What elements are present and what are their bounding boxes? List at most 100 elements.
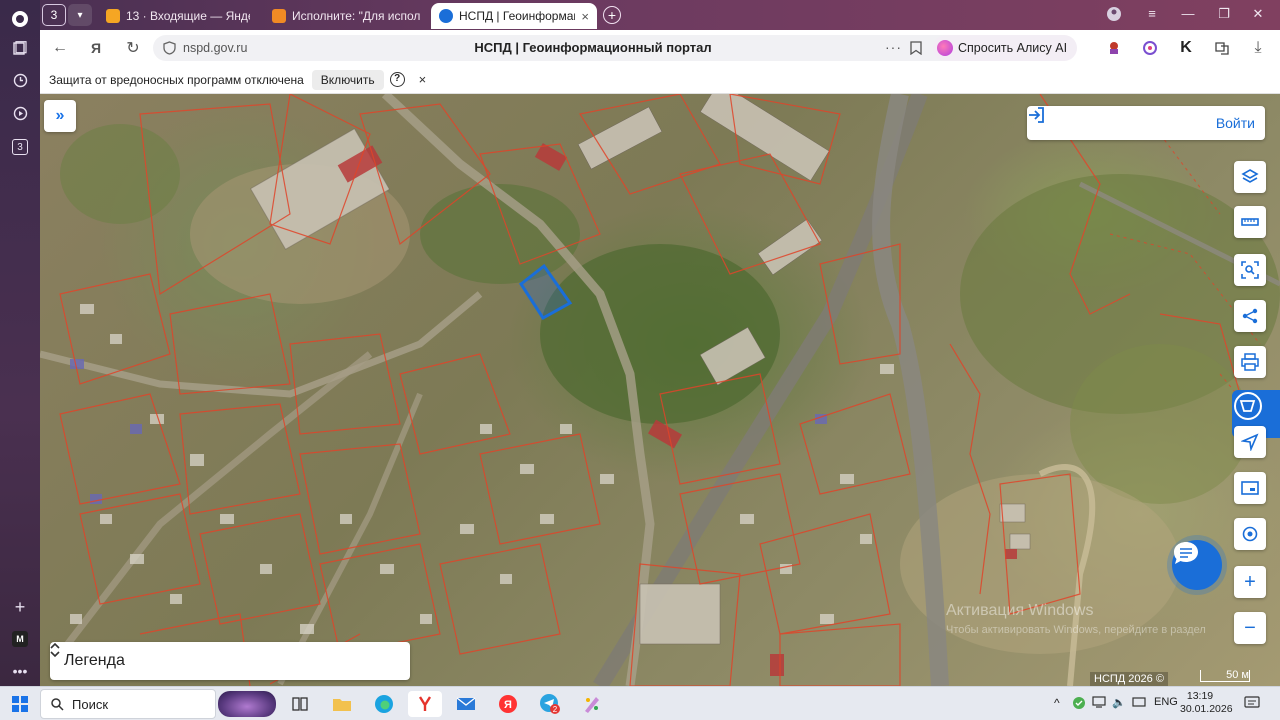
windows-start-icon[interactable] (8, 691, 32, 717)
mail-app-icon[interactable] (454, 691, 478, 717)
yandex-app-icon[interactable]: Я (496, 691, 520, 717)
tray-chevron-icon[interactable]: ^ (1054, 696, 1060, 710)
minimap-icon (1241, 481, 1259, 495)
address-bar: ← Я ↻ nspd.gov.ru НСПД | Геоинформационн… (40, 30, 1280, 66)
more-icon[interactable]: ••• (9, 660, 31, 682)
file-explorer-icon[interactable] (330, 691, 354, 717)
tab-strip: 3 ▾ 13 · Входящие — Яндекс Исполните: "Д… (40, 0, 1280, 30)
login-button[interactable]: Войти (1027, 106, 1265, 140)
chat-icon (1174, 542, 1198, 564)
browser-sidebar: 3 + M ••• (0, 0, 40, 686)
tab-list-chevron-icon[interactable]: ▾ (68, 4, 92, 26)
extension-icon[interactable] (1104, 38, 1124, 58)
task-icon (272, 9, 286, 23)
layers-button[interactable] (1234, 161, 1266, 193)
url-box[interactable]: nspd.gov.ru НСПД | Геоинформационный пор… (153, 35, 973, 61)
yandex-home-icon[interactable]: Я (86, 38, 106, 58)
navigate-button[interactable] (1234, 426, 1266, 458)
edge-icon[interactable] (372, 691, 396, 717)
download-icon[interactable]: ⤓ (1248, 38, 1268, 58)
alice-icon (937, 40, 953, 56)
task-view-icon[interactable] (288, 691, 312, 717)
tab-nspd[interactable]: НСПД | Геоинформаци × (431, 3, 597, 29)
map-canvas[interactable]: » Войти + − Активация Windows Чтобы акти… (40, 94, 1280, 686)
navigate-arrow-icon (1241, 433, 1259, 451)
tab-task[interactable]: Исполните: "Для исполне (264, 3, 428, 29)
ask-alice-button[interactable]: Спросить Алису AI (933, 35, 1078, 61)
translate-icon[interactable] (1212, 38, 1232, 58)
satellite-map (40, 94, 1280, 686)
layers-icon (1241, 169, 1259, 183)
share-button[interactable] (1234, 300, 1266, 332)
page-title: НСПД | Геоинформационный портал (474, 40, 712, 55)
extension-k-icon[interactable]: K (1176, 38, 1196, 58)
tab-mail[interactable]: 13 · Входящие — Яндекс (98, 3, 258, 29)
windows-activation-text: Чтобы активировать Windows, перейдите в … (946, 624, 1206, 636)
tab-count-button[interactable]: 3 (42, 4, 66, 26)
tray-app-icon[interactable] (1072, 696, 1086, 713)
yandex-browser-taskbar-icon[interactable] (408, 691, 442, 717)
nspd-icon (439, 9, 453, 23)
minimap-button[interactable] (1234, 472, 1266, 504)
widget-image[interactable] (216, 691, 278, 717)
reload-icon[interactable]: ↻ (123, 38, 143, 58)
legend-panel[interactable]: Легенда (50, 642, 410, 680)
area-search-button[interactable] (1234, 254, 1266, 286)
telegram-badge: 2 (553, 705, 558, 714)
print-button[interactable] (1234, 346, 1266, 378)
network-icon[interactable] (1092, 696, 1106, 711)
security-warning-bar: Защита от вредоносных программ отключена… (40, 66, 1280, 94)
back-icon[interactable]: ← (50, 38, 70, 58)
locate-button[interactable] (1234, 518, 1266, 550)
locate-icon (1242, 526, 1258, 542)
zoom-out-button[interactable]: − (1234, 612, 1266, 644)
help-icon[interactable]: ? (389, 72, 405, 87)
volume-icon[interactable]: 🔈 (1112, 696, 1126, 709)
sidebar-profile[interactable]: M (9, 628, 31, 650)
paint-icon[interactable] (580, 691, 604, 717)
measure-button[interactable] (1234, 206, 1266, 238)
ruler-icon (1241, 218, 1259, 226)
video-icon[interactable] (9, 102, 31, 124)
legend-label: Легенда (64, 652, 125, 669)
login-icon (1029, 107, 1044, 123)
more-dots-icon[interactable]: ··· (885, 39, 902, 55)
zoom-in-button[interactable]: + (1234, 566, 1266, 598)
share-icon (1242, 308, 1258, 324)
taskbar-search[interactable]: Поиск (40, 689, 216, 719)
area-search-icon (1241, 261, 1259, 279)
url-text: nspd.gov.ru (183, 41, 248, 55)
windows-activation-title: Активация Windows (946, 602, 1094, 619)
scale-bar: 50 м (1200, 670, 1250, 682)
chat-button[interactable] (1172, 540, 1222, 590)
yandex-logo-icon[interactable] (9, 8, 31, 30)
close-window-icon[interactable]: ✕ (1248, 6, 1268, 22)
extension-shield-icon[interactable] (1140, 38, 1160, 58)
add-icon[interactable]: + (9, 596, 31, 618)
collections-icon[interactable] (9, 37, 31, 59)
menu-icon[interactable]: ≡ (1142, 6, 1162, 21)
history-icon[interactable] (9, 69, 31, 91)
new-tab-button[interactable]: + (603, 6, 621, 24)
expand-panel-button[interactable]: » (44, 100, 76, 132)
notifications-icon[interactable] (1244, 696, 1260, 713)
input-language[interactable]: ENG (1154, 696, 1178, 708)
taskbar-clock[interactable]: 13:19 30.01.2026 (1180, 690, 1233, 716)
close-warning-icon[interactable]: × (419, 72, 427, 87)
telegram-icon[interactable]: 2 (538, 691, 562, 717)
shield-icon (163, 41, 176, 55)
copyright: НСПД 2026 © (1090, 672, 1168, 686)
restore-icon[interactable]: ❐ (1214, 6, 1234, 22)
windows-taskbar: Поиск Я 2 ^ 🔈 ENG 13:19 30.01.2026 (0, 686, 1280, 720)
tab-close-icon[interactable]: × (581, 9, 589, 24)
search-icon (51, 697, 64, 711)
warning-text: Защита от вредоносных программ отключена (49, 72, 304, 87)
keyboard-icon[interactable] (1132, 696, 1146, 711)
svg-text:Я: Я (504, 699, 512, 711)
profile-icon[interactable] (1104, 6, 1124, 25)
enable-protection-button[interactable]: Включить (311, 69, 384, 90)
mail-icon (106, 9, 120, 23)
sidebar-badge[interactable]: 3 (9, 136, 31, 158)
bookmark-icon[interactable] (910, 41, 922, 55)
minimize-icon[interactable]: — (1178, 6, 1198, 21)
